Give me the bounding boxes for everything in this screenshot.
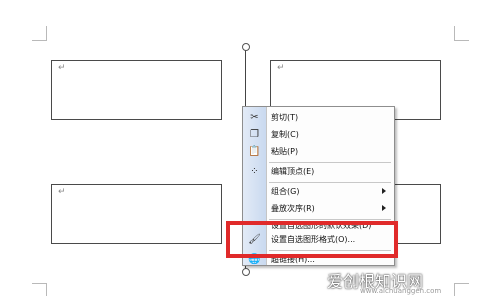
paragraph-mark: ↵ — [277, 63, 285, 73]
menu-item-label: 组合(G) — [271, 187, 300, 196]
menu-item-paste[interactable]: 📋 粘贴(P) — [243, 143, 394, 161]
menu-item-copy[interactable]: ❐ 复制(C) — [243, 126, 394, 144]
text-box-bottom-left[interactable]: ↵ — [51, 184, 222, 244]
page-corner-bottom-right — [454, 283, 469, 296]
edit-points-icon: ⁘ — [250, 166, 259, 177]
watermark-url: www.aichuanggen.com — [360, 287, 442, 295]
connector-handle-top[interactable] — [242, 43, 250, 51]
paragraph-mark: ↵ — [58, 187, 66, 197]
page-corner-top-left — [32, 26, 47, 41]
menu-item-edit-points[interactable]: ⁘ 编辑顶点(E) — [243, 163, 394, 181]
text-box-top-left[interactable]: ↵ — [51, 60, 222, 120]
menu-item-label: 叠放次序(R) — [271, 204, 315, 213]
submenu-arrow-icon — [382, 205, 386, 211]
scissors-icon: ✂ — [250, 112, 259, 123]
menu-item-group[interactable]: 组合(G) — [243, 183, 394, 201]
highlight-box — [226, 221, 398, 258]
menu-item-label: 编辑顶点(E) — [271, 167, 315, 176]
menu-item-order[interactable]: 叠放次序(R) — [243, 200, 394, 218]
menu-item-cut[interactable]: ✂ 剪切(T) — [243, 109, 394, 127]
menu-item-label: 剪切(T) — [271, 113, 299, 122]
submenu-arrow-icon — [382, 188, 386, 194]
menu-item-label: 粘贴(P) — [271, 147, 299, 156]
paragraph-mark: ↵ — [58, 63, 66, 73]
paste-icon: 📋 — [248, 146, 261, 157]
page-corner-top-right — [454, 26, 469, 41]
menu-item-label: 复制(C) — [271, 130, 299, 139]
connector-handle-bottom[interactable] — [242, 268, 250, 276]
page-corner-bottom-left — [32, 283, 47, 296]
copy-icon: ❐ — [250, 129, 259, 140]
